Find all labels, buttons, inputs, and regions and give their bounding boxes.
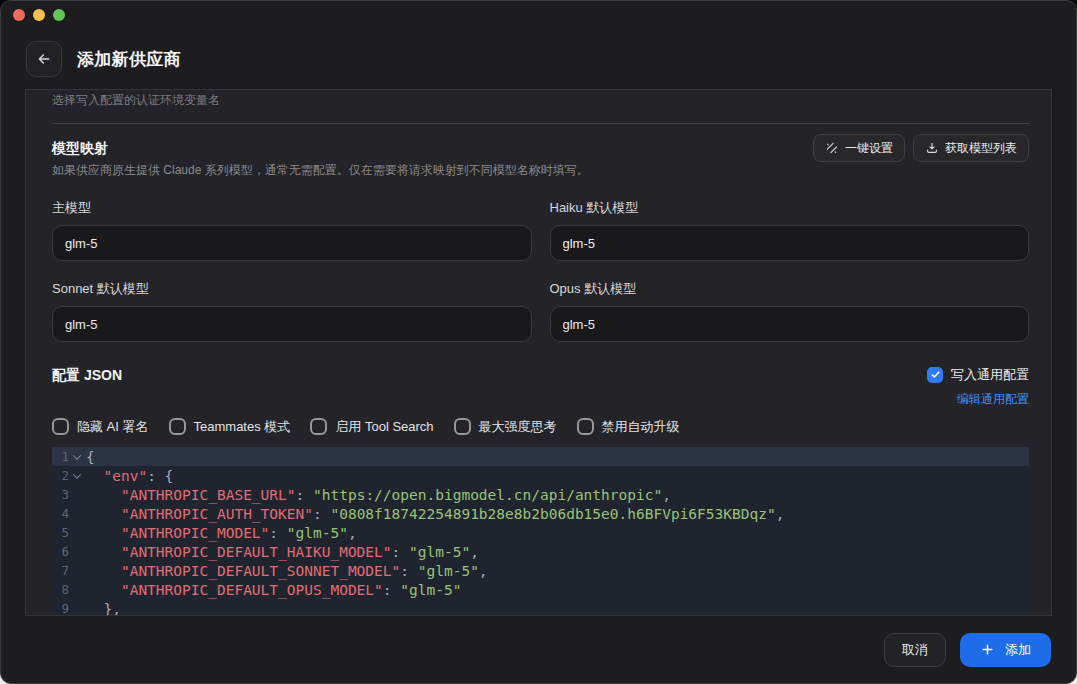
flag-checkbox-1[interactable]: Teammates 模式: [169, 418, 291, 435]
code-text: "ANTHROPIC_DEFAULT_OPUS_MODEL": "glm-5": [86, 582, 461, 598]
unchecked-checkbox-icon[interactable]: [577, 418, 594, 435]
magic-wand-icon: [825, 141, 839, 155]
download-icon: [925, 141, 939, 155]
code-line-1[interactable]: 1{: [52, 447, 1029, 466]
fetch-model-list-button[interactable]: 获取模型列表: [913, 134, 1029, 162]
plus-icon: [980, 642, 995, 657]
code-line-6[interactable]: 6 "ANTHROPIC_DEFAULT_HAIKU_MODEL": "glm-…: [52, 542, 1029, 561]
section-divider: [52, 123, 1029, 124]
model-mapping-section-header: 模型映射 如果供应商原生提供 Claude 系列模型，通常无需配置。仅在需要将请…: [52, 139, 1029, 178]
titlebar: [1, 1, 1076, 29]
write-common-config-label: 写入通用配置: [951, 367, 1029, 383]
code-text: "env": {: [86, 468, 173, 484]
model-field-0: 主模型: [52, 200, 532, 261]
model-mapping-title: 模型映射: [52, 139, 589, 157]
code-line-7[interactable]: 7 "ANTHROPIC_DEFAULT_SONNET_MODEL": "glm…: [52, 561, 1029, 580]
flag-checkbox-0[interactable]: 隐藏 AI 署名: [52, 418, 149, 435]
code-text: {: [86, 449, 95, 465]
line-number: 2: [52, 468, 69, 483]
code-text: "ANTHROPIC_DEFAULT_SONNET_MODEL": "glm-5…: [86, 563, 488, 579]
flag-checkbox-2[interactable]: 启用 Tool Search: [310, 418, 433, 435]
form-scroll-area: 选择写入配置的认证环境变量名 模型映射 如果供应商原生提供 Claude 系列模…: [25, 89, 1052, 616]
code-text: "ANTHROPIC_MODEL": "glm-5",: [86, 525, 357, 541]
unchecked-checkbox-icon[interactable]: [169, 418, 186, 435]
flag-checkbox-3[interactable]: 最大强度思考: [454, 418, 557, 435]
header: 添加新供应商: [1, 29, 1076, 89]
config-flags-row: 隐藏 AI 署名 Teammates 模式 启用 Tool Search 最大强度思考…: [52, 418, 1029, 435]
line-number: 8: [52, 582, 69, 597]
model-field-label: Sonnet 默认模型: [52, 281, 532, 297]
code-text: "ANTHROPIC_BASE_URL": "https://open.bigm…: [86, 487, 671, 503]
code-line-2[interactable]: 2 "env": {: [52, 466, 1029, 485]
fold-chevron-icon[interactable]: [69, 473, 84, 479]
code-line-8[interactable]: 8 "ANTHROPIC_DEFAULT_OPUS_MODEL": "glm-5…: [52, 580, 1029, 599]
unchecked-checkbox-icon[interactable]: [454, 418, 471, 435]
cancel-button[interactable]: 取消: [884, 633, 946, 667]
code-line-5[interactable]: 5 "ANTHROPIC_MODEL": "glm-5",: [52, 523, 1029, 542]
model-field-input[interactable]: [52, 225, 532, 261]
model-mapping-description: 如果供应商原生提供 Claude 系列模型，通常无需配置。仅在需要将请求映射到不…: [52, 163, 589, 178]
quick-setup-button[interactable]: 一键设置: [813, 134, 905, 162]
json-code-editor[interactable]: 1{2 "env": {3 "ANTHROPIC_BASE_URL": "htt…: [52, 447, 1029, 616]
model-field-2: Sonnet 默认模型: [52, 281, 532, 342]
line-number: 3: [52, 487, 69, 502]
line-number: 4: [52, 506, 69, 521]
edit-common-config-link[interactable]: 编辑通用配置: [957, 393, 1029, 406]
fold-chevron-icon[interactable]: [69, 454, 84, 460]
page-title: 添加新供应商: [77, 48, 181, 71]
flag-label: 启用 Tool Search: [335, 418, 433, 435]
code-line-3[interactable]: 3 "ANTHROPIC_BASE_URL": "https://open.bi…: [52, 485, 1029, 504]
model-fields-grid: 主模型 Haiku 默认模型 Sonnet 默认模型 Opus 默认模型: [52, 200, 1029, 342]
model-field-label: Haiku 默认模型: [550, 200, 1030, 216]
unchecked-checkbox-icon[interactable]: [52, 418, 69, 435]
line-number: 5: [52, 525, 69, 540]
line-number: 1: [52, 449, 69, 464]
unchecked-checkbox-icon[interactable]: [310, 418, 327, 435]
code-text: "ANTHROPIC_AUTH_TOKEN": "0808f1874225489…: [86, 506, 784, 522]
config-json-title: 配置 JSON: [52, 366, 122, 384]
model-field-1: Haiku 默认模型: [550, 200, 1030, 261]
flag-label: 隐藏 AI 署名: [77, 418, 149, 435]
model-field-label: 主模型: [52, 200, 532, 216]
minimize-window-button[interactable]: [33, 9, 45, 21]
flag-label: 最大强度思考: [479, 418, 557, 435]
line-number: 7: [52, 563, 69, 578]
model-field-input[interactable]: [550, 225, 1030, 261]
flag-label: 禁用自动升级: [602, 418, 680, 435]
model-field-label: Opus 默认模型: [550, 281, 1030, 297]
model-mapping-actions: 一键设置 获取模型列表: [813, 134, 1029, 162]
model-field-3: Opus 默认模型: [550, 281, 1030, 342]
model-field-input[interactable]: [550, 306, 1030, 342]
code-text: "ANTHROPIC_DEFAULT_HAIKU_MODEL": "glm-5"…: [86, 544, 479, 560]
code-text: },: [86, 601, 121, 617]
add-button[interactable]: 添加: [960, 633, 1051, 667]
window: 添加新供应商 选择写入配置的认证环境变量名 模型映射 如果供应商原生提供 Cla…: [0, 0, 1077, 684]
code-line-4[interactable]: 4 "ANTHROPIC_AUTH_TOKEN": "0808f18742254…: [52, 504, 1029, 523]
flag-label: Teammates 模式: [194, 418, 291, 435]
write-common-config-checkbox-row[interactable]: 写入通用配置: [927, 366, 1029, 383]
footer: 取消 添加: [1, 616, 1076, 683]
arrow-left-icon: [36, 51, 52, 67]
zoom-window-button[interactable]: [53, 9, 65, 21]
line-number: 6: [52, 544, 69, 559]
auth-env-help-text: 选择写入配置的认证环境变量名: [52, 93, 1029, 107]
line-number: 9: [52, 601, 69, 616]
config-json-header: 配置 JSON 写入通用配置 编辑通用配置: [52, 366, 1029, 406]
checked-checkbox-icon[interactable]: [927, 367, 943, 383]
back-button[interactable]: [26, 41, 62, 77]
flag-checkbox-4[interactable]: 禁用自动升级: [577, 418, 680, 435]
close-window-button[interactable]: [13, 9, 25, 21]
code-line-9[interactable]: 9 },: [52, 599, 1029, 616]
model-field-input[interactable]: [52, 306, 532, 342]
